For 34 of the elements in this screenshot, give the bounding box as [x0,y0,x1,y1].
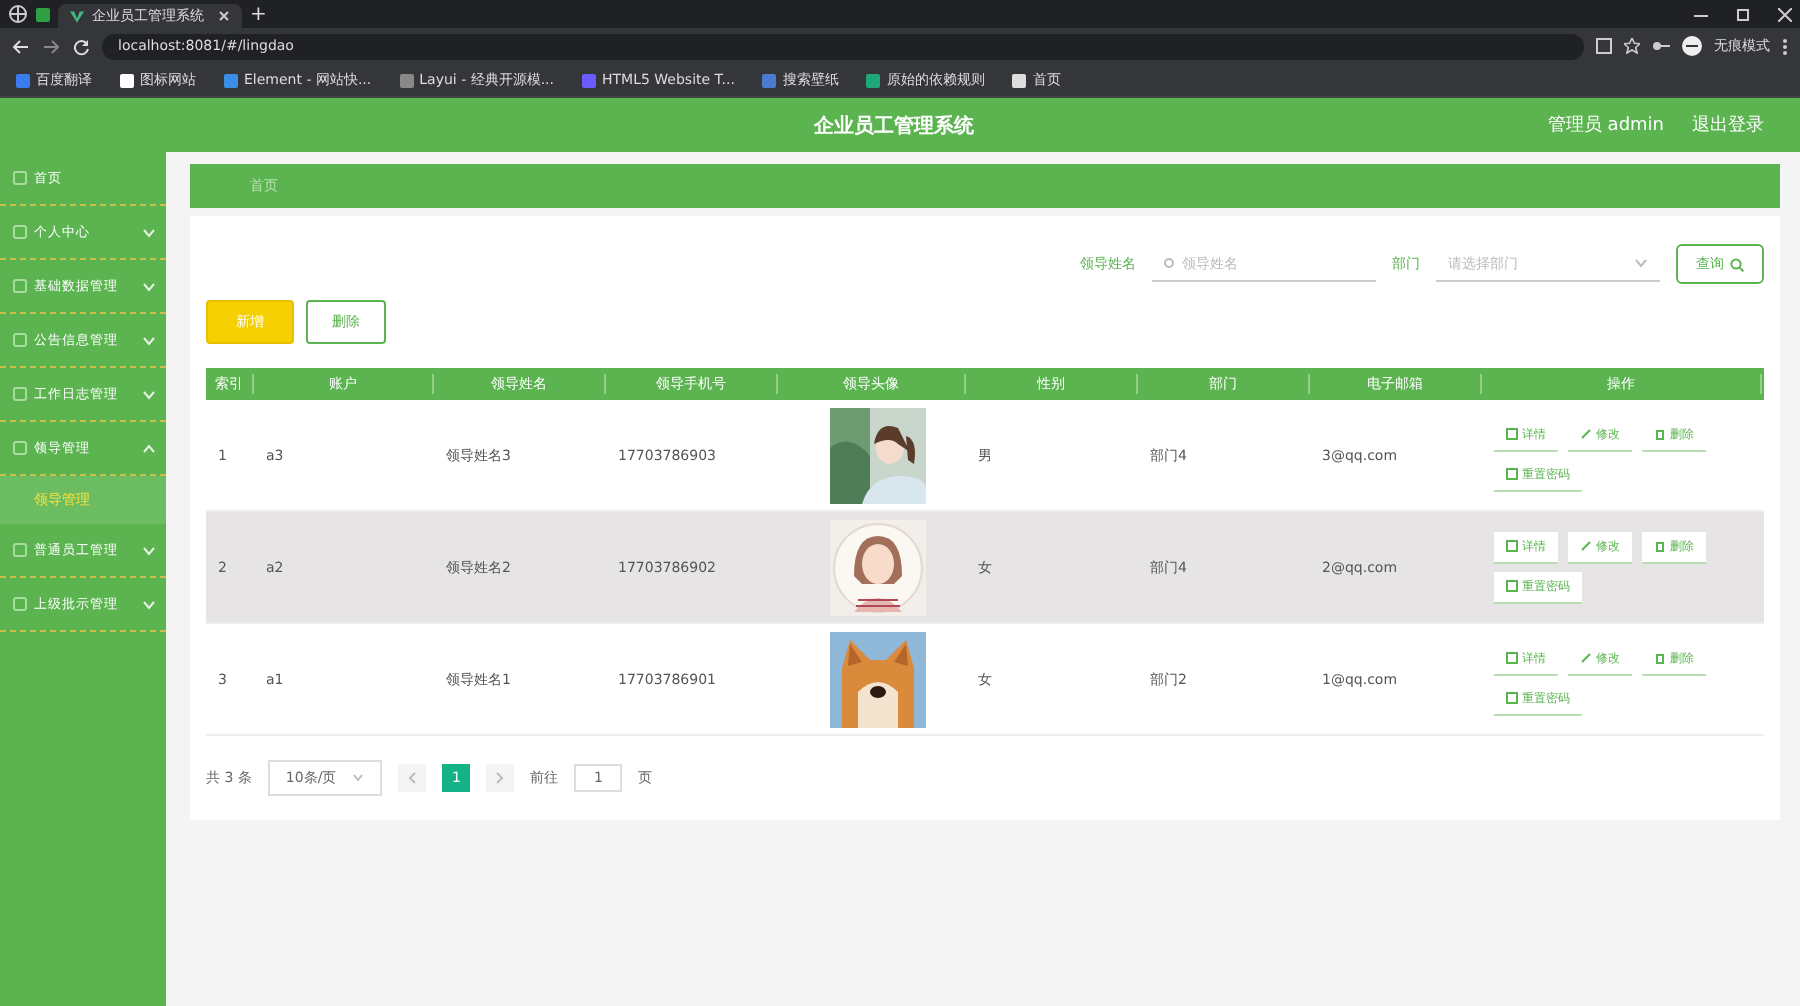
close-icon[interactable] [218,10,230,22]
chevron-icon [352,774,365,782]
globe-icon[interactable] [8,4,28,24]
pencil-icon [1580,540,1592,552]
logout-link[interactable]: 退出登录 [1692,112,1764,138]
chevron-right-icon [496,772,505,784]
chevron-left-icon [408,772,417,784]
pencil-icon [1580,652,1592,664]
trash-icon [1654,652,1666,664]
user-label: 管理员 admin [1547,113,1664,138]
reload-icon[interactable] [72,37,90,55]
search-icon [1730,257,1744,271]
chevron-icon [1634,258,1648,268]
trash-icon [1654,428,1666,440]
document-icon [1506,652,1518,664]
document-icon [1506,428,1518,440]
back-icon[interactable] [12,37,30,55]
forward-icon[interactable] [42,37,60,55]
restore-icon[interactable] [1736,7,1750,21]
trash-icon [1654,540,1666,552]
tab-favicon [36,7,50,21]
logo-icon [70,9,84,23]
new-tab-button[interactable]: + [250,3,267,25]
app-title: 企业员工管理系统 [813,115,974,137]
document-icon [1506,540,1518,552]
star-icon[interactable] [1624,38,1640,54]
close-icon[interactable] [1778,7,1792,21]
document-icon [1506,580,1518,592]
search-icon [1164,257,1176,269]
document-icon [1506,468,1518,480]
key-icon[interactable] [1652,38,1670,54]
pencil-icon [1580,428,1592,440]
incognito-icon[interactable] [1682,36,1702,56]
document-icon [1506,692,1518,704]
